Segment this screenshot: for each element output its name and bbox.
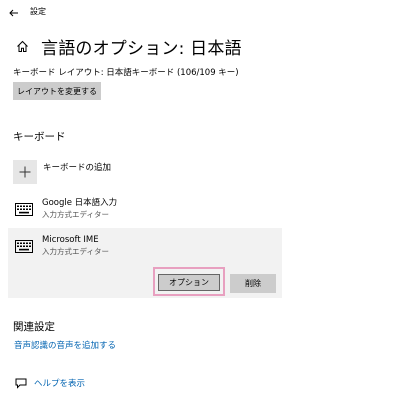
options-button[interactable]: オプション bbox=[158, 274, 220, 291]
add-keyboard-label: キーボードの追加 bbox=[43, 163, 112, 173]
plus-icon bbox=[13, 160, 37, 184]
home-icon[interactable] bbox=[13, 38, 31, 56]
help-row[interactable]: ヘルプを表示 bbox=[14, 377, 85, 389]
keyboard-item-google[interactable]: Google 日本語入力 入力方式エディター bbox=[8, 197, 282, 223]
keyboard-item-name: Microsoft IME bbox=[42, 235, 99, 245]
add-speech-voice-link[interactable]: 音声認識の音声を追加する bbox=[14, 339, 116, 351]
keyboard-icon bbox=[14, 238, 34, 254]
help-chat-icon bbox=[14, 377, 28, 389]
back-button[interactable] bbox=[0, 0, 28, 22]
change-layout-button[interactable]: レイアウトを変更する bbox=[13, 82, 101, 100]
remove-button[interactable]: 削除 bbox=[230, 274, 276, 293]
back-arrow-icon bbox=[9, 2, 19, 21]
keyboard-item-subtitle: 入力方式エディター bbox=[42, 210, 109, 219]
keyboard-item-subtitle: 入力方式エディター bbox=[42, 247, 109, 256]
page-title: 言語のオプション: 日本語 bbox=[41, 39, 242, 59]
keyboard-icon bbox=[14, 201, 34, 217]
window-title: 設定 bbox=[30, 6, 46, 16]
keyboard-section-heading: キーボード bbox=[13, 131, 66, 143]
keyboard-item-name: Google 日本語入力 bbox=[42, 198, 118, 208]
keyboard-layout-label: キーボード レイアウト: 日本語キーボード (106/109 キー) bbox=[13, 68, 239, 78]
related-settings-heading: 関連設定 bbox=[13, 321, 55, 333]
title-bar: 設定 bbox=[0, 0, 400, 22]
help-link[interactable]: ヘルプを表示 bbox=[34, 377, 85, 389]
page-header: 言語のオプション: 日本語 bbox=[13, 34, 242, 59]
add-keyboard-button[interactable]: キーボードの追加 bbox=[13, 160, 111, 184]
